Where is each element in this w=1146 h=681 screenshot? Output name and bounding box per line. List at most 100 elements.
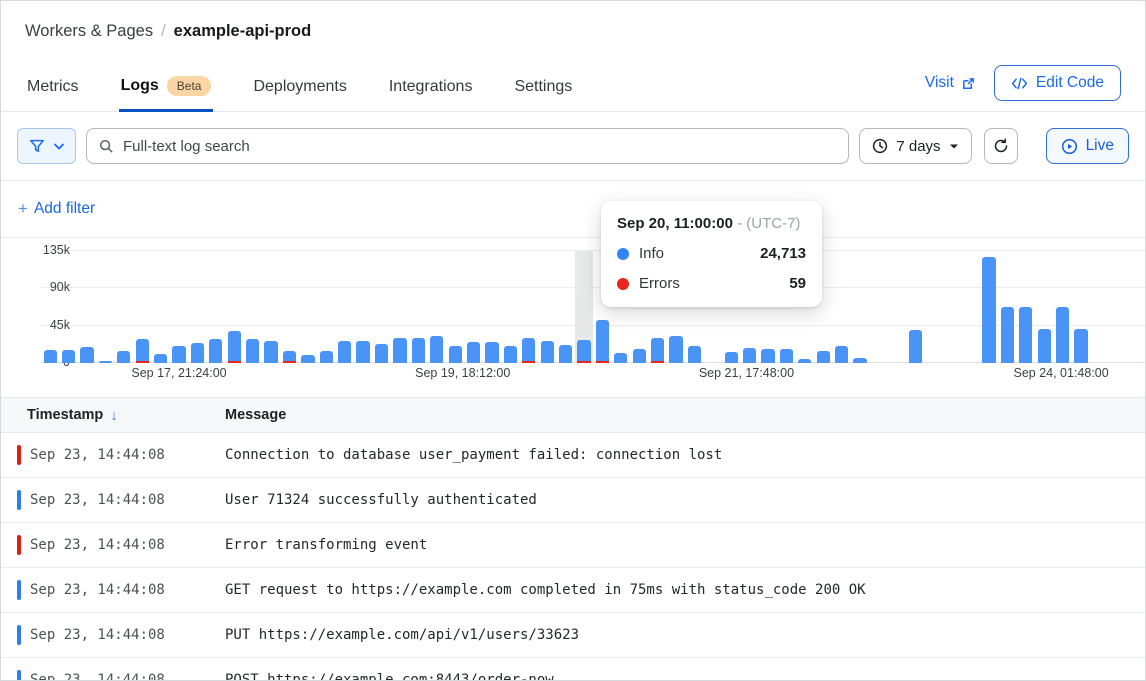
bar-slot[interactable] [464, 251, 482, 363]
log-volume-bar[interactable] [485, 342, 498, 363]
bar-slot[interactable] [96, 251, 114, 363]
log-volume-bar[interactable] [596, 320, 609, 363]
log-row[interactable]: Sep 23, 14:44:08 PUT https://example.com… [1, 613, 1145, 658]
log-volume-bar[interactable] [780, 349, 793, 363]
bar-slot[interactable] [243, 251, 261, 363]
live-button[interactable]: Live [1046, 128, 1129, 164]
tab-metrics[interactable]: Metrics [25, 72, 81, 112]
bar-slot[interactable] [317, 251, 335, 363]
log-volume-bar[interactable] [246, 339, 259, 363]
log-volume-bar[interactable] [356, 341, 369, 363]
log-volume-bar[interactable] [1056, 307, 1069, 363]
log-volume-bar[interactable] [504, 346, 517, 363]
bar-slot[interactable] [869, 251, 887, 363]
log-volume-bar[interactable] [798, 359, 811, 363]
log-volume-bar[interactable] [62, 350, 75, 363]
bar-slot[interactable] [925, 251, 943, 363]
log-volume-bar[interactable] [1019, 307, 1032, 363]
log-volume-bar[interactable] [467, 342, 480, 363]
bar-slot[interactable] [78, 251, 96, 363]
bar-slot[interactable] [483, 251, 501, 363]
log-volume-bar[interactable] [743, 348, 756, 363]
log-volume-bar[interactable] [909, 330, 922, 363]
log-volume-bar[interactable] [614, 353, 627, 363]
bar-slot[interactable] [336, 251, 354, 363]
tab-deployments[interactable]: Deployments [251, 72, 348, 112]
bar-slot[interactable] [906, 251, 924, 363]
bar-slot[interactable] [133, 251, 151, 363]
add-filter-button[interactable]: + Add filter [18, 199, 95, 219]
log-volume-bar[interactable] [835, 346, 848, 363]
time-range-dropdown[interactable]: 7 days [859, 128, 971, 164]
log-volume-bar[interactable] [577, 340, 590, 363]
log-volume-bar[interactable] [430, 336, 443, 363]
bar-slot[interactable] [1053, 251, 1071, 363]
log-row[interactable]: Sep 23, 14:44:08 POST https://example.co… [1, 658, 1145, 681]
hovered-bar-slot[interactable] [575, 251, 593, 363]
bar-slot[interactable] [299, 251, 317, 363]
bar-slot[interactable] [980, 251, 998, 363]
bar-slot[interactable] [428, 251, 446, 363]
bar-slot[interactable] [538, 251, 556, 363]
log-volume-bar[interactable] [375, 344, 388, 363]
log-volume-bar[interactable] [449, 346, 462, 363]
log-volume-bar[interactable] [541, 341, 554, 363]
log-volume-bar[interactable] [99, 361, 112, 363]
bar-slot[interactable] [998, 251, 1016, 363]
timestamp-column-header[interactable]: Timestamp ↓ [1, 407, 225, 424]
edit-code-button[interactable]: Edit Code [994, 65, 1121, 101]
log-row[interactable]: Sep 23, 14:44:08 User 71324 successfully… [1, 478, 1145, 523]
log-volume-bar[interactable] [412, 338, 425, 363]
bar-slot[interactable] [446, 251, 464, 363]
log-volume-bar[interactable] [136, 339, 149, 363]
log-volume-bar[interactable] [228, 331, 241, 363]
log-volume-bar[interactable] [633, 349, 646, 363]
bar-slot[interactable] [280, 251, 298, 363]
bar-slot[interactable] [1109, 251, 1127, 363]
log-volume-bar[interactable] [209, 339, 222, 363]
log-volume-bar[interactable] [688, 346, 701, 363]
log-volume-bar[interactable] [338, 341, 351, 363]
bar-slot[interactable] [556, 251, 574, 363]
tab-integrations[interactable]: Integrations [387, 72, 475, 112]
breadcrumb-parent[interactable]: Workers & Pages [25, 22, 153, 41]
log-row[interactable]: Sep 23, 14:44:08 GET request to https://… [1, 568, 1145, 613]
bar-slot[interactable] [170, 251, 188, 363]
log-volume-bar[interactable] [559, 345, 572, 363]
log-volume-bar[interactable] [172, 346, 185, 363]
bar-slot[interactable] [888, 251, 906, 363]
log-volume-bar[interactable] [154, 354, 167, 363]
bar-slot[interactable] [1090, 251, 1108, 363]
refresh-button[interactable] [984, 128, 1018, 164]
tab-logs[interactable]: Logs Beta [119, 70, 214, 112]
log-volume-bar[interactable] [301, 355, 314, 363]
bar-slot[interactable] [151, 251, 169, 363]
log-volume-bar[interactable] [669, 336, 682, 363]
bar-slot[interactable] [943, 251, 961, 363]
bar-slot[interactable] [851, 251, 869, 363]
log-volume-bar[interactable] [725, 352, 738, 363]
bar-slot[interactable] [188, 251, 206, 363]
bar-slot[interactable] [262, 251, 280, 363]
tab-settings[interactable]: Settings [512, 72, 574, 112]
bar-slot[interactable] [41, 251, 59, 363]
chart-plot-area[interactable]: 135k90k45k0 [41, 251, 1145, 363]
log-row[interactable]: Sep 23, 14:44:08 Error transforming even… [1, 523, 1145, 568]
bar-slot[interactable] [372, 251, 390, 363]
log-volume-bar[interactable] [117, 351, 130, 363]
bar-slot[interactable] [1072, 251, 1090, 363]
log-volume-bar[interactable] [393, 338, 406, 363]
log-volume-bar[interactable] [761, 349, 774, 363]
bar-slot[interactable] [832, 251, 850, 363]
log-row[interactable]: Sep 23, 14:44:08 Connection to database … [1, 433, 1145, 478]
bar-slot[interactable] [1127, 251, 1145, 363]
log-volume-bar[interactable] [44, 350, 57, 363]
filter-button[interactable] [17, 128, 76, 164]
bar-slot[interactable] [207, 251, 225, 363]
bar-slot[interactable] [1035, 251, 1053, 363]
log-volume-bar[interactable] [982, 257, 995, 363]
bar-slot[interactable] [115, 251, 133, 363]
log-volume-bar[interactable] [1001, 307, 1014, 363]
bar-slot[interactable] [354, 251, 372, 363]
log-volume-bar[interactable] [80, 347, 93, 363]
